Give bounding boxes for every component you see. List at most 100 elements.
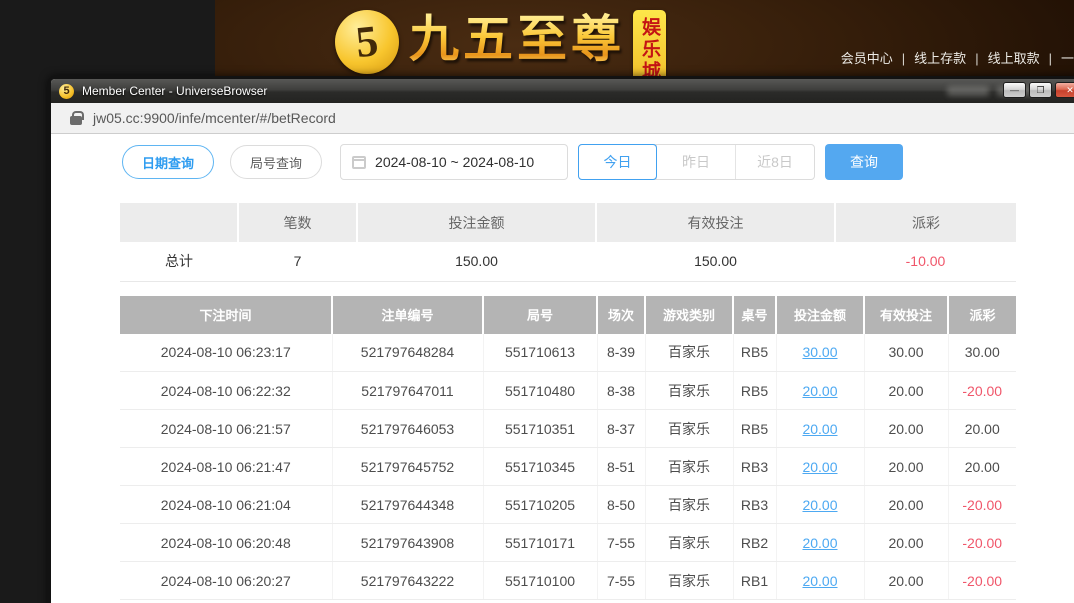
valid-bet-cell: 20.00	[864, 448, 948, 486]
nav-separator: |	[902, 51, 905, 66]
nav-link[interactable]: 线上取款	[988, 51, 1040, 66]
order-id-cell: 521797643222	[332, 562, 483, 600]
column-header: 下注时间	[120, 296, 332, 334]
order-id-cell: 521797645752	[332, 448, 483, 486]
bet-amount-link[interactable]: 20.00	[802, 383, 837, 399]
bet-amount-link[interactable]: 20.00	[802, 573, 837, 589]
bet-time-cell: 2024-08-10 06:21:57	[120, 410, 332, 448]
order-id-cell: 521797644348	[332, 486, 483, 524]
table-id-cell: RB5	[733, 410, 776, 448]
column-header: 场次	[597, 296, 645, 334]
date-query-tab[interactable]: 日期查询	[122, 145, 214, 179]
column-header	[120, 203, 238, 242]
address-bar[interactable]: jw05.cc:9900/infe/mcenter/#/betRecord	[51, 103, 1074, 134]
order-id-cell: 521797648284	[332, 334, 483, 372]
table-id-cell: RB1	[733, 562, 776, 600]
bet-amount-link[interactable]: 20.00	[802, 459, 837, 475]
coin-5-icon: 5	[335, 10, 399, 74]
yesterday-button[interactable]: 昨日	[656, 145, 735, 179]
payout-cell: -20.00	[948, 562, 1016, 600]
valid-bet-cell: 20.00	[864, 410, 948, 448]
summary-total-row: 总计 7 150.00 150.00 -10.00	[120, 242, 1016, 281]
nav-link[interactable]: 线上存款	[914, 51, 966, 66]
game-type-cell: 百家乐	[645, 486, 733, 524]
bet-record-page: 日期查询 局号查询 2024-08-10 ~ 2024-08-10 今日 昨日 …	[51, 144, 1074, 603]
table-row: 2024-08-10 06:20:48521797643908551710171…	[120, 524, 1016, 562]
summary-total-label: 总计	[120, 242, 238, 281]
table-row: 2024-08-10 06:23:17521797648284551710613…	[120, 334, 1016, 372]
nav-link[interactable]: 会员中心	[841, 51, 893, 66]
payout-cell: -20.00	[948, 486, 1016, 524]
filter-row: 日期查询 局号查询 2024-08-10 ~ 2024-08-10 今日 昨日 …	[122, 144, 1016, 180]
url-text: jw05.cc:9900/infe/mcenter/#/betRecord	[93, 110, 336, 126]
round-id-cell: 551710613	[483, 334, 597, 372]
session-cell: 7-55	[597, 524, 645, 562]
date-range-input[interactable]: 2024-08-10 ~ 2024-08-10	[340, 144, 568, 180]
table-id-cell: RB3	[733, 448, 776, 486]
last8days-button[interactable]: 近8日	[735, 145, 814, 179]
nav-link[interactable]: 一	[1061, 51, 1074, 66]
order-id-cell: 521797643908	[332, 524, 483, 562]
titlebar[interactable]: 5 Member Center - UniverseBrowser — ❐ ✕	[51, 79, 1074, 103]
column-header: 派彩	[835, 203, 1016, 242]
valid-bet-cell: 20.00	[864, 524, 948, 562]
payout-cell: 30.00	[948, 334, 1016, 372]
column-header: 笔数	[238, 203, 357, 242]
summary-count: 7	[238, 242, 357, 281]
bet-time-cell: 2024-08-10 06:21:04	[120, 486, 332, 524]
bet-amount-cell: 20.00	[776, 410, 864, 448]
round-id-cell: 551710205	[483, 486, 597, 524]
blurred-text	[947, 86, 989, 96]
maximize-button[interactable]: ❐	[1029, 82, 1052, 98]
session-cell: 8-51	[597, 448, 645, 486]
table-id-cell: RB3	[733, 486, 776, 524]
valid-bet-cell: 30.00	[864, 334, 948, 372]
column-header: 有效投注	[864, 296, 948, 334]
round-id-cell: 551710351	[483, 410, 597, 448]
round-id-cell: 551710100	[483, 562, 597, 600]
bet-amount-cell: 30.00	[776, 334, 864, 372]
summary-header-row: 笔数投注金额有效投注派彩	[120, 203, 1016, 242]
nav-separator: |	[975, 51, 978, 66]
bet-table-body: 2024-08-10 06:23:17521797648284551710613…	[120, 334, 1016, 600]
column-header: 局号	[483, 296, 597, 334]
bet-time-cell: 2024-08-10 06:20:48	[120, 524, 332, 562]
bet-amount-link[interactable]: 20.00	[802, 421, 837, 437]
bet-amount-cell: 20.00	[776, 524, 864, 562]
table-row: 2024-08-10 06:21:57521797646053551710351…	[120, 410, 1016, 448]
game-type-cell: 百家乐	[645, 372, 733, 410]
date-range-value: 2024-08-10 ~ 2024-08-10	[375, 154, 534, 170]
column-header: 投注金额	[776, 296, 864, 334]
screen: 5 九五至尊 娱乐城 会员中心|线上存款|线上取款|一 5 Member Cen…	[0, 0, 1074, 603]
column-header: 注单编号	[332, 296, 483, 334]
bet-amount-cell: 20.00	[776, 372, 864, 410]
table-id-cell: RB2	[733, 524, 776, 562]
minimize-button[interactable]: —	[1003, 82, 1026, 98]
table-id-cell: RB5	[733, 334, 776, 372]
summary-bet-amount: 150.00	[357, 242, 596, 281]
bet-amount-link[interactable]: 20.00	[802, 497, 837, 513]
bet-amount-link[interactable]: 30.00	[802, 344, 837, 360]
round-query-tab[interactable]: 局号查询	[230, 145, 322, 179]
order-id-cell: 521797647011	[332, 372, 483, 410]
order-id-cell: 521797646053	[332, 410, 483, 448]
nav-separator: |	[1049, 51, 1052, 66]
window-title: Member Center - UniverseBrowser	[82, 84, 267, 98]
round-id-cell: 551710171	[483, 524, 597, 562]
bet-record-table: 下注时间注单编号局号场次游戏类别桌号投注金额有效投注派彩 2024-08-10 …	[120, 296, 1016, 601]
valid-bet-cell: 20.00	[864, 372, 948, 410]
quick-range-group: 今日 昨日 近8日	[578, 144, 815, 180]
game-type-cell: 百家乐	[645, 334, 733, 372]
table-row: 2024-08-10 06:21:47521797645752551710345…	[120, 448, 1016, 486]
search-button[interactable]: 查询	[825, 144, 903, 180]
payout-cell: -20.00	[948, 524, 1016, 562]
table-row: 2024-08-10 06:20:27521797643222551710100…	[120, 562, 1016, 600]
game-type-cell: 百家乐	[645, 448, 733, 486]
summary-payout: -10.00	[835, 242, 1016, 281]
summary-valid-bet: 150.00	[596, 242, 835, 281]
today-button[interactable]: 今日	[578, 144, 657, 180]
session-cell: 8-50	[597, 486, 645, 524]
bet-amount-link[interactable]: 20.00	[802, 535, 837, 551]
browser-favicon-icon: 5	[59, 84, 74, 99]
close-button[interactable]: ✕	[1055, 82, 1074, 98]
